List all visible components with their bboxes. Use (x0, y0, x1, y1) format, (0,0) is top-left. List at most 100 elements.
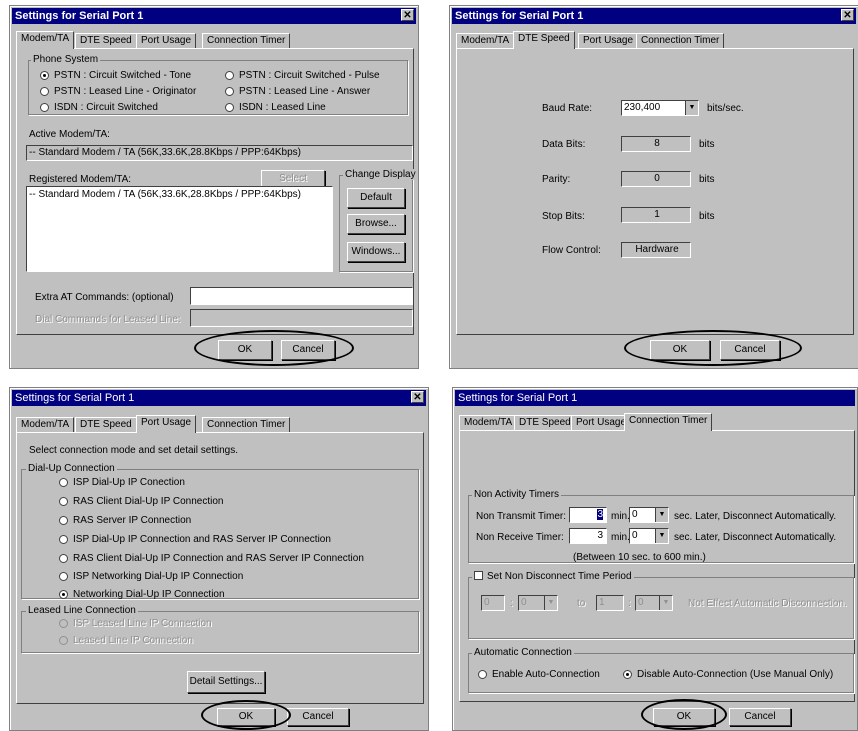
tab-panel: Non Activity Timers Non Transmit Timer: … (459, 430, 855, 702)
baud-rate-value: 230,400 (624, 102, 661, 113)
extra-at-label: Extra AT Commands: (optional) (35, 292, 174, 303)
radio-icon (59, 516, 68, 525)
radio-ras-server[interactable]: RAS Server IP Connection (59, 515, 191, 527)
transmit-minutes-input[interactable]: 3 (569, 507, 607, 523)
tab-port-usage[interactable]: Port Usage (136, 415, 197, 433)
chevron-down-icon[interactable]: ▼ (655, 508, 668, 522)
radio-icon (225, 71, 234, 80)
radio-isp-ras-server[interactable]: ISP Dial-Up IP Connection and RAS Server… (59, 534, 331, 546)
tab-port-usage[interactable]: Port Usage (578, 33, 639, 48)
dialog-title: Settings for Serial Port 1 (455, 10, 584, 22)
receive-minutes-input[interactable]: 3 (569, 528, 607, 544)
tab-modem-ta[interactable]: Modem/TA (16, 417, 75, 432)
leased-label: Leased Line Connection (26, 605, 138, 616)
list-item[interactable]: -- Standard Modem / TA (56K,33.6K,28.8Kb… (29, 189, 330, 200)
radio-icon (59, 636, 68, 645)
baud-rate-unit: bits/sec. (707, 103, 744, 114)
radio-pstn-pulse[interactable]: PSTN : Circuit Switched - Pulse (225, 70, 380, 82)
radio-icon (59, 497, 68, 506)
radio-label: ISP Networking Dial-Up IP Connection (73, 571, 244, 582)
tab-dte-speed[interactable]: DTE Speed (513, 31, 575, 49)
radio-label: ISP Leased Line IP Connection (73, 618, 212, 629)
data-bits-label: Data Bits: (542, 139, 586, 150)
transmit-minutes-value: 3 (597, 509, 603, 520)
radio-ras-client-server[interactable]: RAS Client Dial-Up IP Connection and RAS… (59, 553, 364, 565)
extra-at-input[interactable] (190, 287, 413, 305)
receive-seconds-value: 0 (632, 530, 638, 541)
radio-ras-client[interactable]: RAS Client Dial-Up IP Connection (59, 496, 223, 508)
radio-leased-ip[interactable]: Leased Line IP Connection (59, 635, 193, 647)
chevron-down-icon: ▼ (659, 596, 672, 610)
transmit-min-unit: min. (611, 511, 630, 522)
transmit-seconds-select[interactable]: 0 ▼ (629, 507, 669, 523)
radio-icon (59, 619, 68, 628)
cancel-button[interactable]: Cancel (729, 708, 791, 726)
radio-isp-networking[interactable]: ISP Networking Dial-Up IP Connection (59, 571, 243, 583)
radio-label: Disable Auto-Connection (Use Manual Only… (637, 669, 834, 680)
dialog-title-bar: Settings for Serial Port 1 ✕ (12, 390, 426, 406)
active-modem-label: Active Modem/TA: (29, 129, 110, 140)
close-icon[interactable]: ✕ (841, 9, 854, 21)
tab-dte-speed[interactable]: DTE Speed (514, 415, 576, 430)
tab-dte-speed[interactable]: DTE Speed (75, 33, 137, 48)
tab-connection-timer[interactable]: Connection Timer (624, 413, 713, 431)
baud-rate-select[interactable]: 230,400 ▼ (621, 100, 699, 116)
dialog-title-bar: Settings for Serial Port 1 (455, 390, 855, 406)
radio-isp-dialup[interactable]: ISP Dial-Up IP Conection (59, 477, 185, 489)
registered-modem-label: Registered Modem/TA: (29, 174, 132, 185)
radio-networking-dialup[interactable]: Networking Dial-Up IP Connection (59, 589, 225, 601)
radio-label: PSTN : Leased Line - Originator (54, 86, 197, 97)
default-button[interactable]: Default (347, 188, 405, 208)
parity-label: Parity: (542, 174, 571, 185)
radio-pstn-answer[interactable]: PSTN : Leased Line - Answer (225, 86, 370, 98)
tab-port-usage[interactable]: Port Usage (571, 415, 632, 430)
radio-isdn-leased[interactable]: ISDN : Leased Line (225, 102, 326, 114)
period-end-hour-value: 1 (599, 597, 605, 608)
highlight-oval (194, 330, 354, 366)
radio-selected-icon (40, 71, 49, 80)
windows-button[interactable]: Windows... (347, 242, 405, 262)
tab-modem-ta[interactable]: Modem/TA (459, 415, 518, 430)
chevron-down-icon[interactable]: ▼ (685, 101, 698, 115)
tab-port-usage[interactable]: Port Usage (136, 33, 197, 48)
not-effect-text: Not Effect Automatic Disconnection. (688, 598, 847, 609)
period-end-hour: 1 (596, 595, 624, 611)
receive-seconds-select[interactable]: 0 ▼ (629, 528, 669, 544)
browse-button[interactable]: Browse... (347, 214, 405, 234)
auto-connection-label: Automatic Connection (472, 647, 574, 658)
radio-pstn-tone[interactable]: PSTN : Circuit Switched - Tone (40, 70, 191, 82)
radio-isp-leased[interactable]: ISP Leased Line IP Connection (59, 618, 212, 630)
tab-connection-timer[interactable]: Connection Timer (636, 33, 725, 48)
stop-bits-label: Stop Bits: (542, 211, 585, 222)
radio-disable-auto[interactable]: Disable Auto-Connection (Use Manual Only… (623, 669, 833, 681)
highlight-oval (641, 699, 727, 730)
tab-panel: Baud Rate: 230,400 ▼ bits/sec. Data Bits:… (456, 48, 854, 335)
close-icon[interactable]: ✕ (401, 9, 414, 21)
tab-connection-timer[interactable]: Connection Timer (202, 33, 291, 48)
period-start-minute: 0 ▼ (518, 595, 558, 611)
registered-modem-list[interactable]: -- Standard Modem / TA (56K,33.6K,28.8Kb… (26, 186, 333, 272)
cancel-button[interactable]: Cancel (287, 708, 349, 726)
tab-modem-ta[interactable]: Modem/TA (16, 31, 75, 49)
tab-connection-timer[interactable]: Connection Timer (202, 417, 291, 432)
close-icon[interactable]: ✕ (411, 391, 424, 403)
tab-dte-speed[interactable]: DTE Speed (75, 417, 137, 432)
radio-pstn-originator[interactable]: PSTN : Leased Line - Originator (40, 86, 196, 98)
period-end-minute-value: 0 (638, 597, 644, 608)
select-button[interactable]: Select (261, 170, 325, 187)
chevron-down-icon[interactable]: ▼ (655, 529, 668, 543)
detail-settings-button[interactable]: Detail Settings... (187, 671, 265, 693)
non-disconnect-checkbox[interactable]: Set Non Disconnect Time Period (472, 571, 634, 582)
tab-panel: Select connection mode and set detail se… (16, 432, 424, 704)
radio-label: PSTN : Circuit Switched - Tone (54, 70, 192, 81)
period-start-hour: 0 (481, 595, 505, 611)
radio-enable-auto[interactable]: Enable Auto-Connection (478, 669, 600, 681)
dialog-connection-timer: Settings for Serial Port 1 Modem/TA DTE … (452, 387, 858, 731)
receive-sec-text: sec. Later, Disconnect Automatically. (674, 532, 837, 543)
change-display-label: Change Display (343, 169, 418, 180)
dial-leased-input (190, 309, 413, 327)
radio-isdn-circuit[interactable]: ISDN : Circuit Switched (40, 102, 158, 114)
period-end-minute: 0 ▼ (635, 595, 673, 611)
tab-modem-ta[interactable]: Modem/TA (456, 33, 515, 48)
radio-icon (59, 535, 68, 544)
